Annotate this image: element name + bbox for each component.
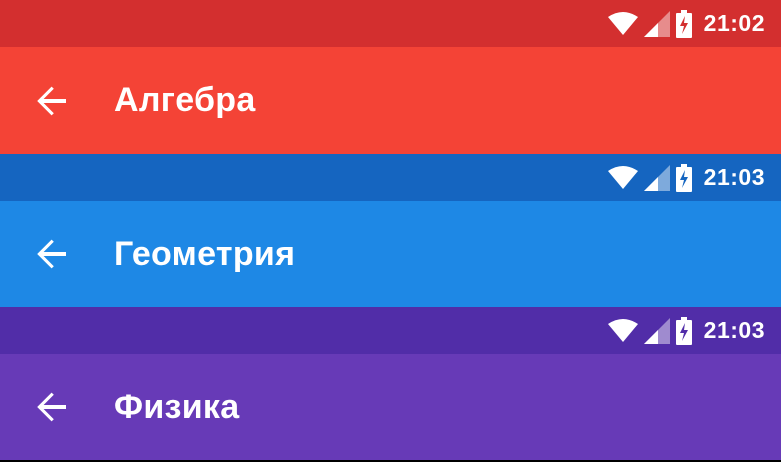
cellular-signal-icon: [643, 164, 670, 191]
wifi-icon: [607, 11, 638, 36]
app-bar: Физика: [0, 354, 781, 460]
page-title: Алгебра: [114, 81, 256, 119]
back-button[interactable]: [32, 387, 72, 427]
battery-charging-icon: [675, 163, 692, 192]
status-bar: 21:03: [0, 154, 781, 201]
screen-geometry: 21:03 Геометрия: [0, 154, 781, 307]
page-title: Физика: [114, 387, 240, 426]
arrow-back-icon: [36, 391, 68, 423]
clock-time: 21:02: [703, 10, 765, 36]
screen-physics: 21:03 Физика: [0, 307, 781, 460]
status-icons: [607, 316, 692, 345]
back-button[interactable]: [32, 81, 72, 121]
page-title: Геометрия: [114, 234, 296, 273]
back-button[interactable]: [32, 234, 72, 274]
cellular-signal-icon: [643, 10, 670, 37]
clock-time: 21:03: [703, 164, 765, 190]
battery-charging-icon: [675, 9, 692, 38]
battery-charging-icon: [675, 316, 692, 345]
status-bar: 21:02: [0, 0, 781, 47]
clock-time: 21:03: [703, 317, 765, 343]
status-icons: [607, 9, 692, 38]
app-bar: Геометрия: [0, 201, 781, 307]
wifi-icon: [607, 165, 638, 190]
status-icons: [607, 163, 692, 192]
status-bar: 21:03: [0, 307, 781, 354]
cellular-signal-icon: [643, 317, 670, 344]
screen-algebra: 21:02 Алгебра: [0, 0, 781, 154]
app-bar: Алгебра: [0, 47, 781, 154]
arrow-back-icon: [36, 238, 68, 270]
arrow-back-icon: [36, 85, 68, 117]
wifi-icon: [607, 318, 638, 343]
